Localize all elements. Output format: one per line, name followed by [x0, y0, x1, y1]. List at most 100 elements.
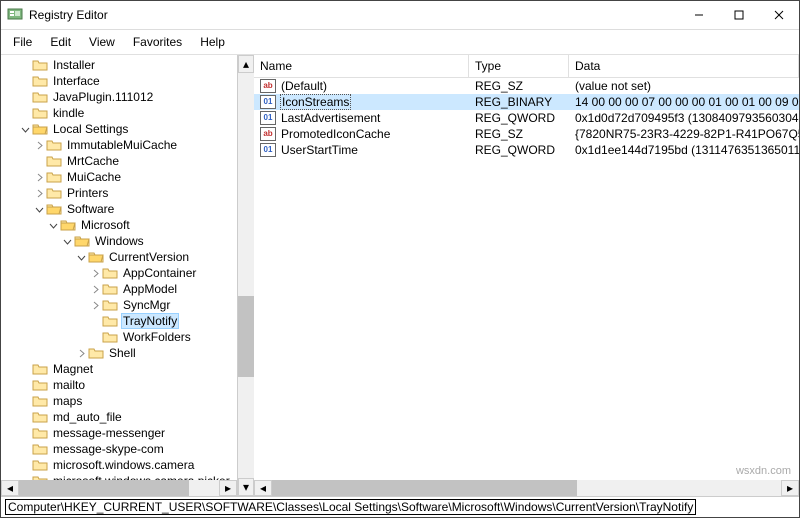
expand-icon[interactable] [33, 171, 45, 183]
value-row[interactable]: abPromotedIconCacheREG_SZ{7820NR75-23R3-… [254, 126, 799, 142]
tree-node-microsoft[interactable]: Microsoft [1, 217, 237, 233]
tree-node-muicache[interactable]: MuiCache [1, 169, 237, 185]
column-header-data[interactable]: Data [569, 55, 799, 77]
menu-view[interactable]: View [81, 34, 123, 50]
maximize-button[interactable] [719, 1, 759, 29]
tree-node-traynotify[interactable]: TrayNotify [1, 313, 237, 329]
tree-node-syncmgr[interactable]: SyncMgr [1, 297, 237, 313]
value-data: 14 00 00 00 07 00 00 00 01 00 01 00 09 0… [569, 95, 799, 109]
value-data: 0x1d1ee144d7195bd (131147635136501181) [569, 143, 799, 157]
expand-icon[interactable] [33, 187, 45, 199]
registry-editor-window: Registry Editor File Edit View Favorites… [0, 0, 800, 518]
collapse-icon[interactable] [47, 219, 59, 231]
value-row[interactable]: ab(Default)REG_SZ(value not set) [254, 78, 799, 94]
tree-node-label: Interface [51, 74, 102, 88]
folder-icon [32, 378, 48, 392]
scroll-up-icon[interactable]: ▴ [238, 55, 254, 73]
column-header-name[interactable]: Name [254, 55, 469, 77]
collapse-icon[interactable] [33, 203, 45, 215]
value-row[interactable]: 01UserStartTimeREG_QWORD0x1d1ee144d7195b… [254, 142, 799, 158]
tree-node-label: Microsoft [79, 218, 132, 232]
collapse-icon[interactable] [19, 123, 31, 135]
tree-node-mrtcache[interactable]: MrtCache [1, 153, 237, 169]
folder-icon [102, 298, 118, 312]
tree-node-maps[interactable]: maps [1, 393, 237, 409]
expand-icon[interactable] [33, 139, 45, 151]
tree-node-label: maps [51, 394, 84, 408]
expand-icon[interactable] [89, 299, 101, 311]
tree-node-javaplugin[interactable]: JavaPlugin.111012 [1, 89, 237, 105]
tree-node-printers[interactable]: Printers [1, 185, 237, 201]
tree-node-magnet[interactable]: Magnet [1, 361, 237, 377]
value-row[interactable]: 01IconStreamsREG_BINARY14 00 00 00 07 00… [254, 94, 799, 110]
tree-node-label: Magnet [51, 362, 95, 376]
column-header-type[interactable]: Type [469, 55, 569, 77]
tree-node-local-settings[interactable]: Local Settings [1, 121, 237, 137]
scroll-left-icon[interactable]: ◂ [254, 480, 272, 496]
tree-node-appmodel[interactable]: AppModel [1, 281, 237, 297]
tree-pane: Installer Interface JavaPlugin.111012kindl… [1, 55, 238, 496]
scroll-right-icon[interactable]: ▸ [219, 480, 237, 496]
value-name: PromotedIconCache [280, 127, 391, 141]
folder-icon [32, 426, 48, 440]
folder-icon [32, 74, 48, 88]
folder-icon [102, 266, 118, 280]
tree-node-label: Printers [65, 186, 110, 200]
registry-tree: Installer Interface JavaPlugin.111012kindl… [1, 55, 237, 480]
folder-icon [32, 394, 48, 408]
tree-node-label: AppModel [121, 282, 179, 296]
tree-node-currentversion[interactable]: CurrentVersion [1, 249, 237, 265]
tree-scroll[interactable]: Installer Interface JavaPlugin.111012kindl… [1, 55, 237, 480]
tree-node-label: Installer [51, 58, 97, 72]
folder-icon [46, 154, 62, 168]
scroll-left-icon[interactable]: ◂ [1, 480, 19, 496]
expand-icon[interactable] [75, 347, 87, 359]
menu-favorites[interactable]: Favorites [125, 34, 190, 50]
tree-node-label: md_auto_file [51, 410, 124, 424]
scroll-right-icon[interactable]: ▸ [781, 480, 799, 496]
tree-node-ms-camera[interactable]: microsoft.windows.camera [1, 457, 237, 473]
tree-hscrollbar[interactable]: ◂ ▸ [1, 480, 237, 496]
title-bar: Registry Editor [1, 1, 799, 30]
tree-node-appcontainer[interactable]: AppContainer [1, 265, 237, 281]
tree-node-message-messenger[interactable]: message-messenger [1, 425, 237, 441]
tree-node-workfolders[interactable]: WorkFolders [1, 329, 237, 345]
tree-node-shell[interactable]: Shell [1, 345, 237, 361]
menu-edit[interactable]: Edit [42, 34, 79, 50]
folder-icon [102, 282, 118, 296]
splitter-vscrollbar[interactable]: ▴ ▾ [238, 55, 254, 496]
expand-icon[interactable] [89, 283, 101, 295]
tree-node-message-skype-com[interactable]: message-skype-com [1, 441, 237, 457]
value-name: IconStreams [280, 94, 351, 110]
menu-file[interactable]: File [5, 34, 40, 50]
tree-node-label: MrtCache [65, 154, 121, 168]
value-list[interactable]: ab(Default)REG_SZ(value not set)01IconSt… [254, 78, 799, 480]
tree-node-immutablemuicache[interactable]: ImmutableMuiCache [1, 137, 237, 153]
menu-help[interactable]: Help [192, 34, 233, 50]
folder-icon [88, 250, 104, 264]
tree-node-windows[interactable]: Windows [1, 233, 237, 249]
tree-node-kindle[interactable]: kindle [1, 105, 237, 121]
close-button[interactable] [759, 1, 799, 29]
value-name: UserStartTime [280, 143, 359, 157]
tree-node-software[interactable]: Software [1, 201, 237, 217]
value-row[interactable]: 01LastAdvertisementREG_QWORD0x1d0d72d709… [254, 110, 799, 126]
collapse-icon[interactable] [75, 251, 87, 263]
tree-node-ms-camera-picker[interactable]: microsoft.windows.camera.picker [1, 473, 237, 480]
folder-icon [88, 346, 104, 360]
tree-node-mailto[interactable]: mailto [1, 377, 237, 393]
collapse-icon[interactable] [61, 235, 73, 247]
string-value-icon: ab [260, 79, 276, 93]
tree-node-installer[interactable]: Installer [1, 57, 237, 73]
tree-node-interface[interactable]: Interface [1, 73, 237, 89]
tree-node-label: JavaPlugin.111012 [51, 90, 155, 104]
value-data: {7820NR75-23R3-4229-82P1-R41PO67Q5O9P},{… [569, 127, 799, 141]
expand-icon[interactable] [89, 267, 101, 279]
folder-icon [102, 330, 118, 344]
scroll-down-icon[interactable]: ▾ [238, 478, 254, 496]
list-hscrollbar[interactable]: ◂ ▸ [254, 480, 799, 496]
tree-node-label: message-messenger [51, 426, 167, 440]
minimize-button[interactable] [679, 1, 719, 29]
tree-node-label: Software [65, 202, 116, 216]
tree-node-md-auto-file[interactable]: md_auto_file [1, 409, 237, 425]
